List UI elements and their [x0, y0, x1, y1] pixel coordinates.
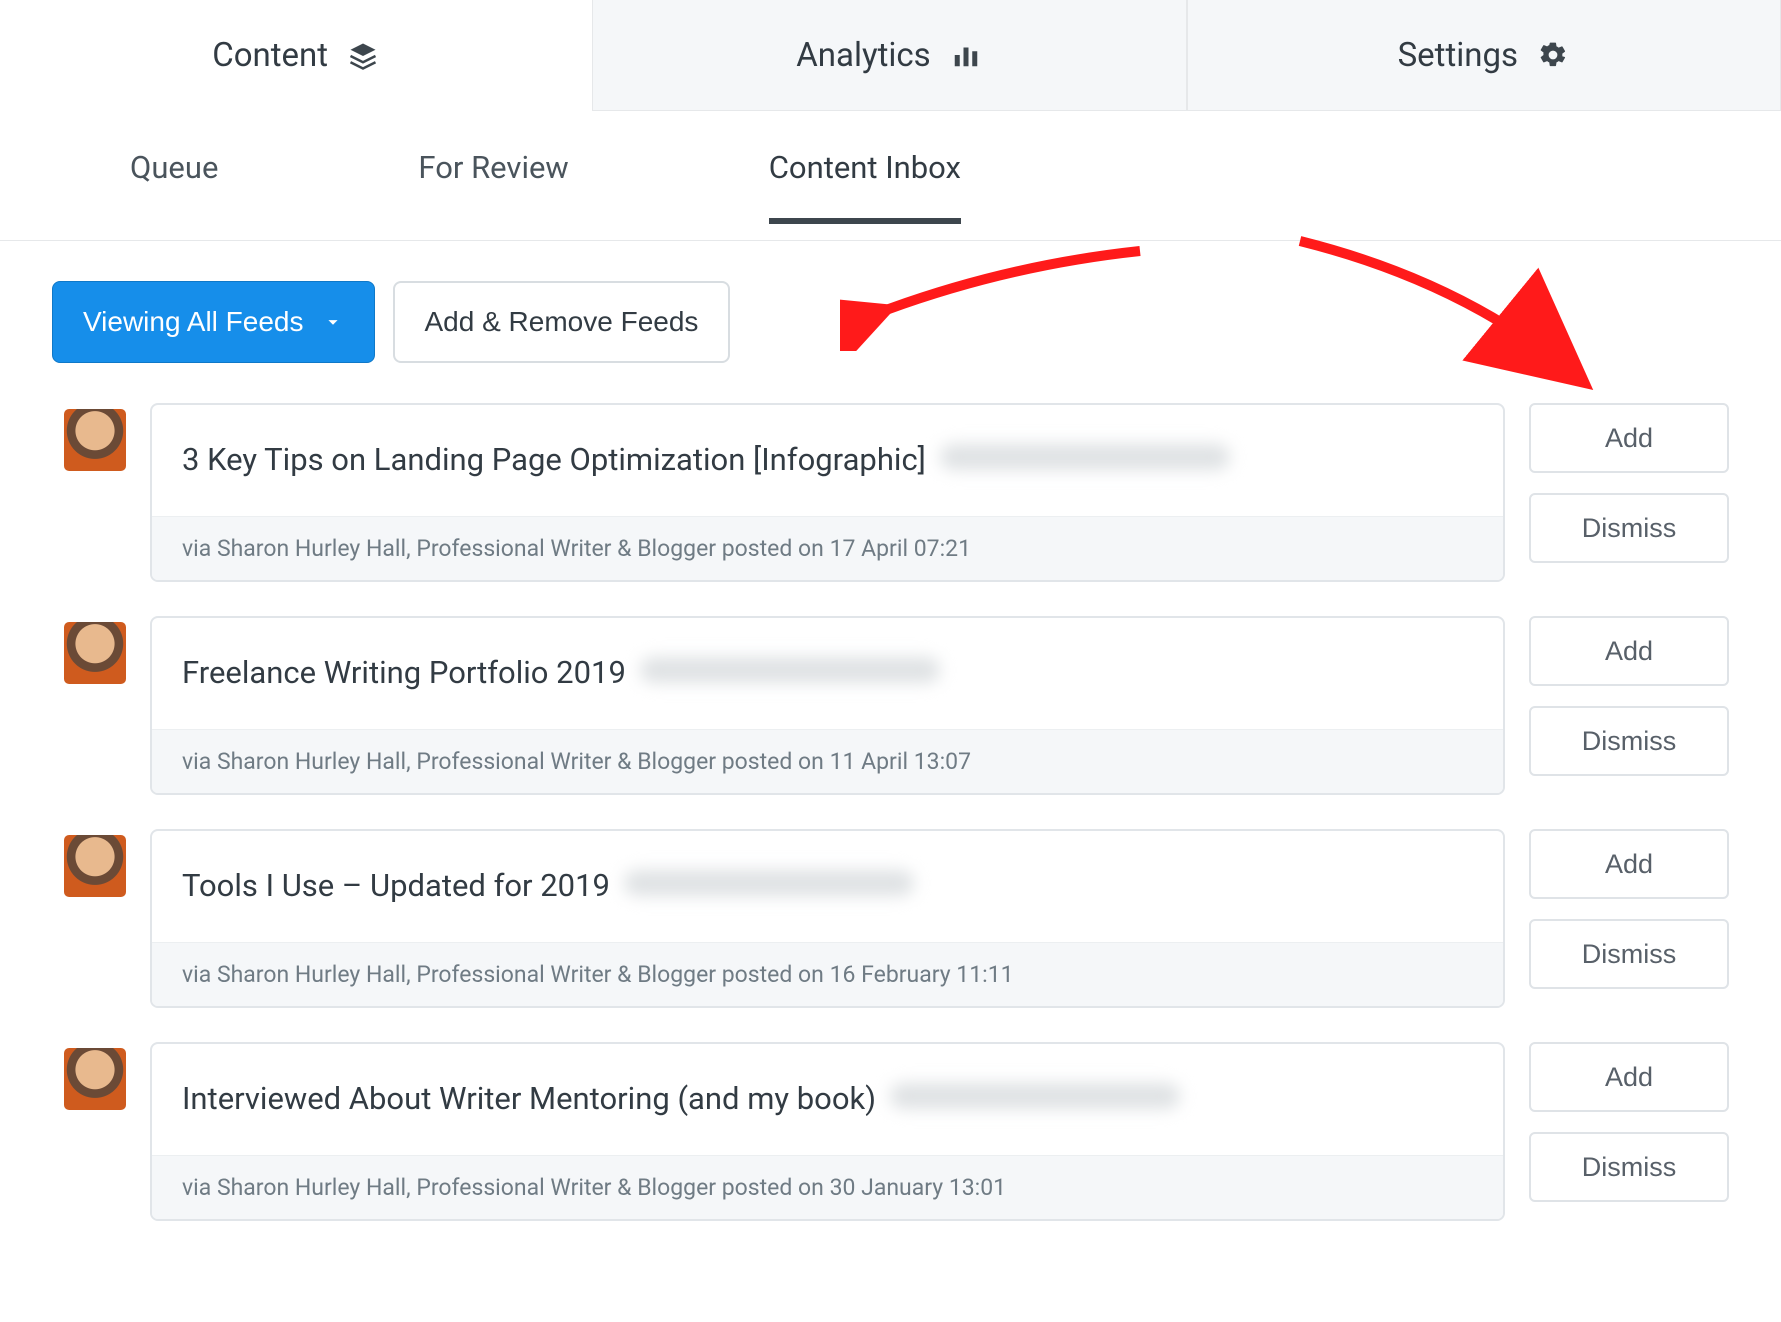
card-link-redacted — [890, 1083, 1180, 1109]
avatar — [64, 1048, 126, 1110]
card-title: Tools I Use – Updated for 2019 — [182, 867, 610, 904]
card-title-row: Tools I Use – Updated for 2019 — [152, 831, 1503, 942]
content-card[interactable]: Tools I Use – Updated for 2019 via Sharon… — [150, 829, 1505, 1008]
tab-settings-label: Settings — [1398, 36, 1519, 75]
subtab-queue[interactable]: Queue — [130, 149, 218, 220]
feed-row: Interviewed About Writer Mentoring (and … — [64, 1042, 1729, 1221]
add-button[interactable]: Add — [1529, 403, 1729, 473]
annotation-arrow-right — [1280, 221, 1600, 391]
card-meta: via Sharon Hurley Hall, Professional Wri… — [152, 942, 1503, 1006]
dismiss-button[interactable]: Dismiss — [1529, 1132, 1729, 1202]
viewing-feeds-label: Viewing All Feeds — [83, 306, 304, 338]
card-title: 3 Key Tips on Landing Page Optimization … — [182, 441, 926, 478]
layers-icon — [346, 39, 380, 73]
card-title: Interviewed About Writer Mentoring (and … — [182, 1080, 876, 1117]
dismiss-button[interactable]: Dismiss — [1529, 706, 1729, 776]
add-remove-feeds-label: Add & Remove Feeds — [425, 306, 699, 338]
add-button[interactable]: Add — [1529, 829, 1729, 899]
card-title-row: Freelance Writing Portfolio 2019 — [152, 618, 1503, 729]
dismiss-button[interactable]: Dismiss — [1529, 919, 1729, 989]
feed-row: 3 Key Tips on Landing Page Optimization … — [64, 403, 1729, 582]
avatar — [64, 622, 126, 684]
add-remove-feeds-button[interactable]: Add & Remove Feeds — [393, 281, 731, 363]
gear-icon — [1536, 38, 1570, 72]
feed-row: Freelance Writing Portfolio 2019 via Shar… — [64, 616, 1729, 795]
feed-row: Tools I Use – Updated for 2019 via Sharon… — [64, 829, 1729, 1008]
caret-down-icon — [322, 311, 344, 333]
add-button[interactable]: Add — [1529, 1042, 1729, 1112]
card-title-row: 3 Key Tips on Landing Page Optimization … — [152, 405, 1503, 516]
card-title-row: Interviewed About Writer Mentoring (and … — [152, 1044, 1503, 1155]
primary-nav: Content Analytics Settings — [0, 0, 1781, 111]
sub-nav: Queue For Review Content Inbox — [0, 111, 1781, 241]
card-actions: Add Dismiss — [1529, 1042, 1729, 1202]
subtab-content-inbox-label: Content Inbox — [769, 149, 961, 186]
card-meta: via Sharon Hurley Hall, Professional Wri… — [152, 516, 1503, 580]
content-card[interactable]: Freelance Writing Portfolio 2019 via Shar… — [150, 616, 1505, 795]
card-link-redacted — [940, 444, 1230, 470]
feed-list: 3 Key Tips on Landing Page Optimization … — [0, 403, 1781, 1261]
content-card[interactable]: Interviewed About Writer Mentoring (and … — [150, 1042, 1505, 1221]
card-meta: via Sharon Hurley Hall, Professional Wri… — [152, 729, 1503, 793]
avatar — [64, 835, 126, 897]
card-actions: Add Dismiss — [1529, 403, 1729, 563]
tab-content[interactable]: Content — [0, 0, 592, 111]
card-meta: via Sharon Hurley Hall, Professional Wri… — [152, 1155, 1503, 1219]
tab-analytics-label: Analytics — [796, 36, 930, 75]
add-button[interactable]: Add — [1529, 616, 1729, 686]
card-link-redacted — [624, 870, 914, 896]
subtab-for-review[interactable]: For Review — [418, 149, 568, 220]
toolbar: Viewing All Feeds Add & Remove Feeds — [0, 241, 1781, 403]
annotation-arrow-left — [840, 231, 1160, 351]
subtab-for-review-label: For Review — [418, 149, 568, 186]
bar-chart-icon — [949, 38, 983, 72]
viewing-feeds-dropdown[interactable]: Viewing All Feeds — [52, 281, 375, 363]
tab-analytics[interactable]: Analytics — [592, 0, 1186, 111]
card-actions: Add Dismiss — [1529, 829, 1729, 989]
tab-settings[interactable]: Settings — [1187, 0, 1781, 111]
card-title: Freelance Writing Portfolio 2019 — [182, 654, 626, 691]
avatar — [64, 409, 126, 471]
subtab-queue-label: Queue — [130, 149, 218, 186]
content-card[interactable]: 3 Key Tips on Landing Page Optimization … — [150, 403, 1505, 582]
subtab-content-inbox[interactable]: Content Inbox — [769, 149, 961, 220]
card-actions: Add Dismiss — [1529, 616, 1729, 776]
tab-content-label: Content — [212, 36, 328, 75]
dismiss-button[interactable]: Dismiss — [1529, 493, 1729, 563]
card-link-redacted — [640, 657, 940, 683]
